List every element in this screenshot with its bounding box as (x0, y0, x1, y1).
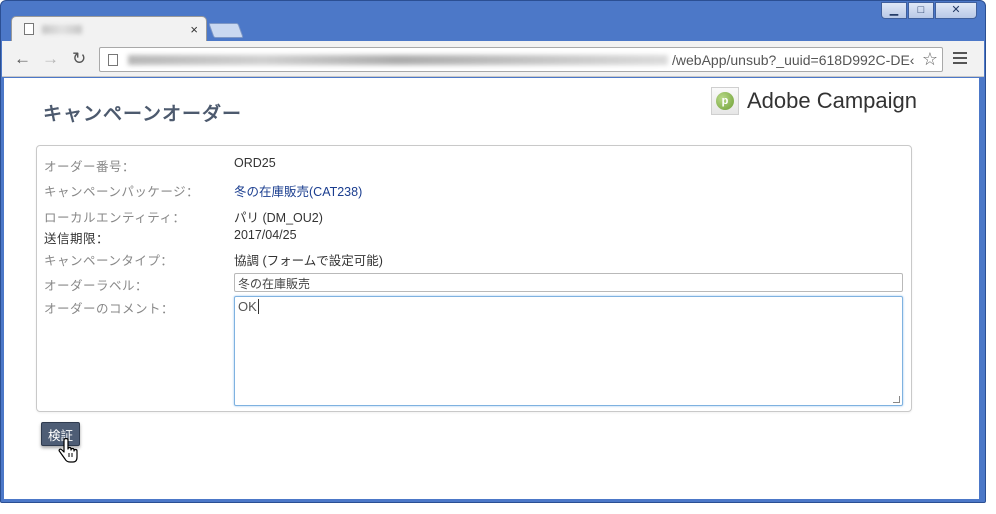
browser-tab[interactable]: × (11, 16, 207, 41)
url-text: /webApp/unsub?_uuid=618D992C-DE‹ (672, 51, 915, 68)
brand-name: Adobe Campaign (747, 88, 918, 113)
order-label-input[interactable]: 冬の在庫販売 (234, 273, 903, 292)
page-icon (24, 23, 34, 35)
tab-title-blurred (42, 24, 82, 34)
deadline-value: 2017/04/25 (234, 228, 297, 242)
brand: p Adobe Campaign (711, 87, 917, 115)
hamburger-menu-icon[interactable] (953, 52, 967, 67)
order-comment-label: オーダーのコメント： (44, 302, 175, 316)
window-controls: ▁ □ ✕ (881, 2, 977, 19)
url-host-blurred (128, 54, 668, 65)
page-icon (108, 53, 118, 66)
forward-arrow-icon[interactable]: → (42, 49, 59, 69)
resize-handle-icon[interactable] (893, 396, 900, 403)
hand-cursor-icon (58, 438, 78, 463)
campaign-type-label: キャンペーンタイプ： (44, 254, 174, 268)
local-entity-label: ローカルエンティティ： (44, 211, 186, 225)
package-label: キャンペーンパッケージ： (44, 185, 200, 199)
browser-window: ▁ □ ✕ × ← → ↻ /webApp/unsub?_uuid=618D99… (0, 0, 986, 503)
bookmark-star-icon[interactable]: ☆ (921, 49, 938, 70)
page-title: キャンペーンオーダー (43, 104, 243, 125)
order-number-value: ORD25 (234, 156, 276, 170)
deadline-label: 送信期限： (44, 232, 110, 246)
back-arrow-icon[interactable]: ← (14, 49, 31, 69)
reload-icon[interactable]: ↻ (72, 49, 86, 69)
maximize-button[interactable]: □ (908, 2, 934, 19)
order-comment-text: OK (238, 299, 257, 314)
close-window-button[interactable]: ✕ (935, 2, 977, 19)
package-link[interactable]: 冬の在庫販売(CAT238) (234, 181, 362, 200)
new-tab-button[interactable] (208, 23, 244, 38)
minimize-button[interactable]: ▁ (881, 2, 907, 19)
order-comment-textarea[interactable]: OK (234, 296, 903, 406)
page-content: キャンペーンオーダー p Adobe Campaign オーダー番号： ORD2… (4, 78, 979, 499)
browser-toolbar: ← → ↻ /webApp/unsub?_uuid=618D992C-DE‹ ☆ (2, 41, 984, 77)
tab-close-icon[interactable]: × (190, 22, 198, 37)
order-number-label: オーダー番号： (44, 160, 136, 174)
order-form: オーダー番号： ORD25 キャンペーンパッケージ： 冬の在庫販売(CAT238… (36, 145, 912, 412)
adobe-campaign-logo-icon: p (711, 87, 739, 115)
address-bar[interactable]: /webApp/unsub?_uuid=618D992C-DE‹ ☆ (99, 47, 943, 72)
local-entity-value: パリ (DM_OU2) (234, 211, 323, 225)
order-label-label: オーダーラベル： (44, 279, 149, 293)
campaign-type-value: 協調 (フォームで設定可能) (234, 254, 383, 268)
